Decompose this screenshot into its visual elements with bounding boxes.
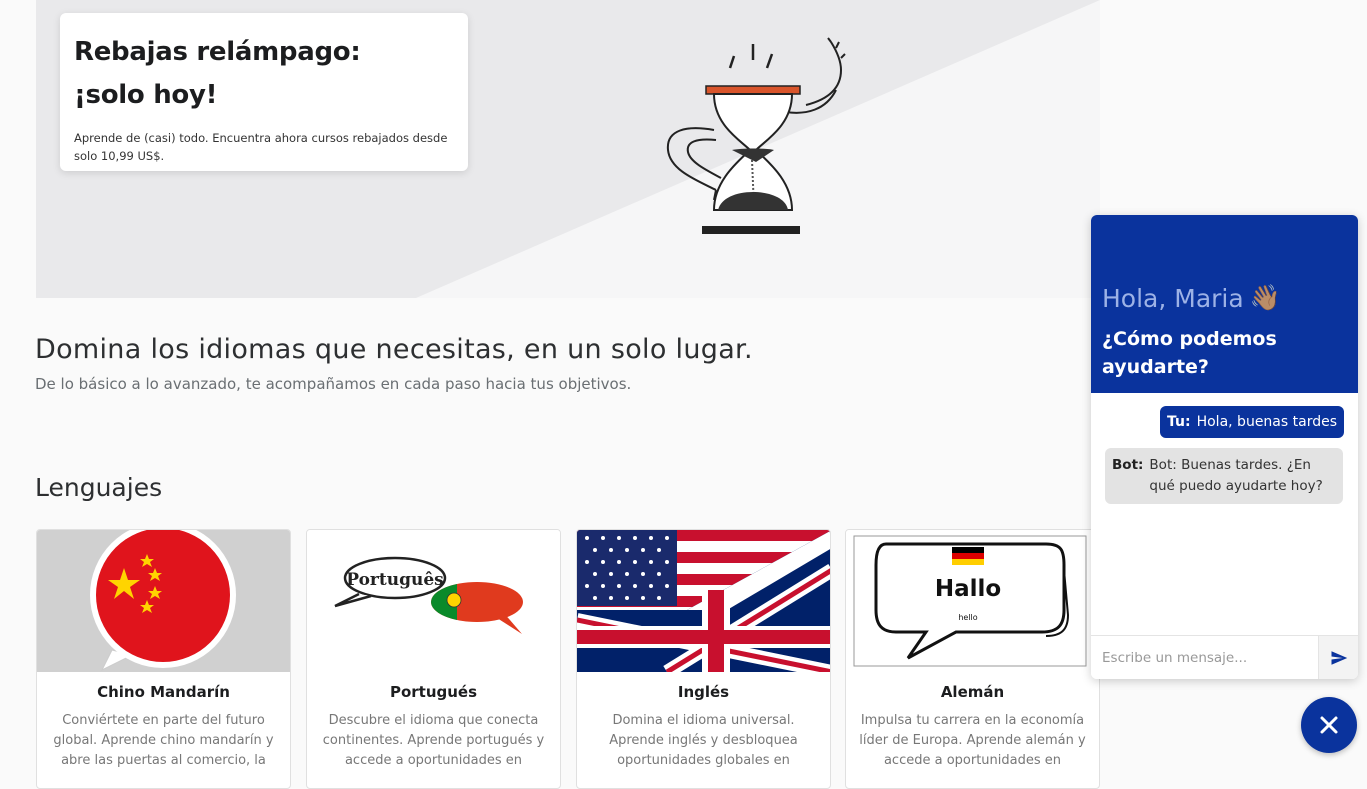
portugal-speech-bubbles-icon: Português xyxy=(307,530,560,672)
chat-greeting: Hola, Maria 👋🏽 xyxy=(1102,283,1347,313)
chat-header: Hola, Maria 👋🏽 ¿Cómo podemos ayudarte? xyxy=(1091,215,1358,393)
chat-greeting-text: Hola, Maria xyxy=(1102,283,1244,313)
card-title: Chino Mandarín xyxy=(97,683,230,701)
promo-title-line1: Rebajas relámpago: xyxy=(74,37,361,67)
card-portuguese[interactable]: Português Portugués Descubre el idioma q… xyxy=(306,529,561,789)
chat-message-input[interactable] xyxy=(1091,636,1318,679)
card-german[interactable]: Hallo hello Alemán Impulsa tu carrera en… xyxy=(845,529,1100,789)
card-english[interactable]: Inglés Domina el idioma universal. Apren… xyxy=(576,529,831,789)
languages-heading: Lenguajes xyxy=(35,473,163,502)
card-title: Portugués xyxy=(389,683,478,701)
section-subtitle: De lo básico a lo avanzado, te acompañam… xyxy=(35,375,632,393)
chat-message-bot: Bot: Bot: Buenas tardes. ¿En qué puedo ay… xyxy=(1105,448,1343,504)
promo-description: Aprende de (casi) todo. Encuentra ahora … xyxy=(74,131,448,163)
china-flag-bubble-icon xyxy=(37,530,290,672)
message-sender: Tu: xyxy=(1167,414,1191,430)
chat-close-button[interactable] xyxy=(1301,697,1357,753)
card-chinese[interactable]: Chino Mandarín Conviértete en parte del … xyxy=(36,529,291,789)
chat-question: ¿Cómo podemos ayudarte? xyxy=(1102,328,1277,378)
close-icon xyxy=(1320,716,1338,734)
card-title: Inglés xyxy=(677,683,730,701)
waving-hand-icon: 👋🏽 xyxy=(1249,283,1281,312)
card-description: Domina el idioma universal. Aprende ingl… xyxy=(609,713,798,768)
bubble-text: Português xyxy=(346,570,443,590)
message-sender: Bot: xyxy=(1112,457,1144,473)
message-text: Bot: Buenas tardes. ¿En qué puedo ayudar… xyxy=(1149,457,1323,494)
flash-sale-card[interactable]: Rebajas relámpago: ¡solo hoy! Aprende de… xyxy=(60,13,468,171)
send-icon xyxy=(1331,650,1347,665)
card-title: Alemán xyxy=(940,683,1005,701)
us-uk-flags-icon xyxy=(577,530,830,672)
section-headline: Domina los idiomas que necesitas, en un … xyxy=(35,334,753,365)
bubble-text: Hallo xyxy=(935,576,1001,602)
send-button[interactable] xyxy=(1318,636,1358,679)
card-description: Descubre el idioma que conecta continent… xyxy=(322,713,545,768)
hourglass-illustration xyxy=(666,37,846,234)
card-description: Conviértete en parte del futuro global. … xyxy=(53,713,274,768)
promo-title-line2: ¡solo hoy! xyxy=(74,80,218,110)
chat-input-bar xyxy=(1091,635,1358,679)
chat-widget: Hola, Maria 👋🏽 ¿Cómo podemos ayudarte? T… xyxy=(1091,215,1358,679)
card-description: Impulsa tu carrera en la economía líder … xyxy=(859,713,1086,768)
german-hallo-bubble-icon: Hallo hello xyxy=(846,530,1099,672)
bubble-small-text: hello xyxy=(958,613,977,622)
message-text: Hola, buenas tardes xyxy=(1196,414,1337,430)
chat-message-user: Tu: Hola, buenas tardes xyxy=(1160,406,1344,438)
